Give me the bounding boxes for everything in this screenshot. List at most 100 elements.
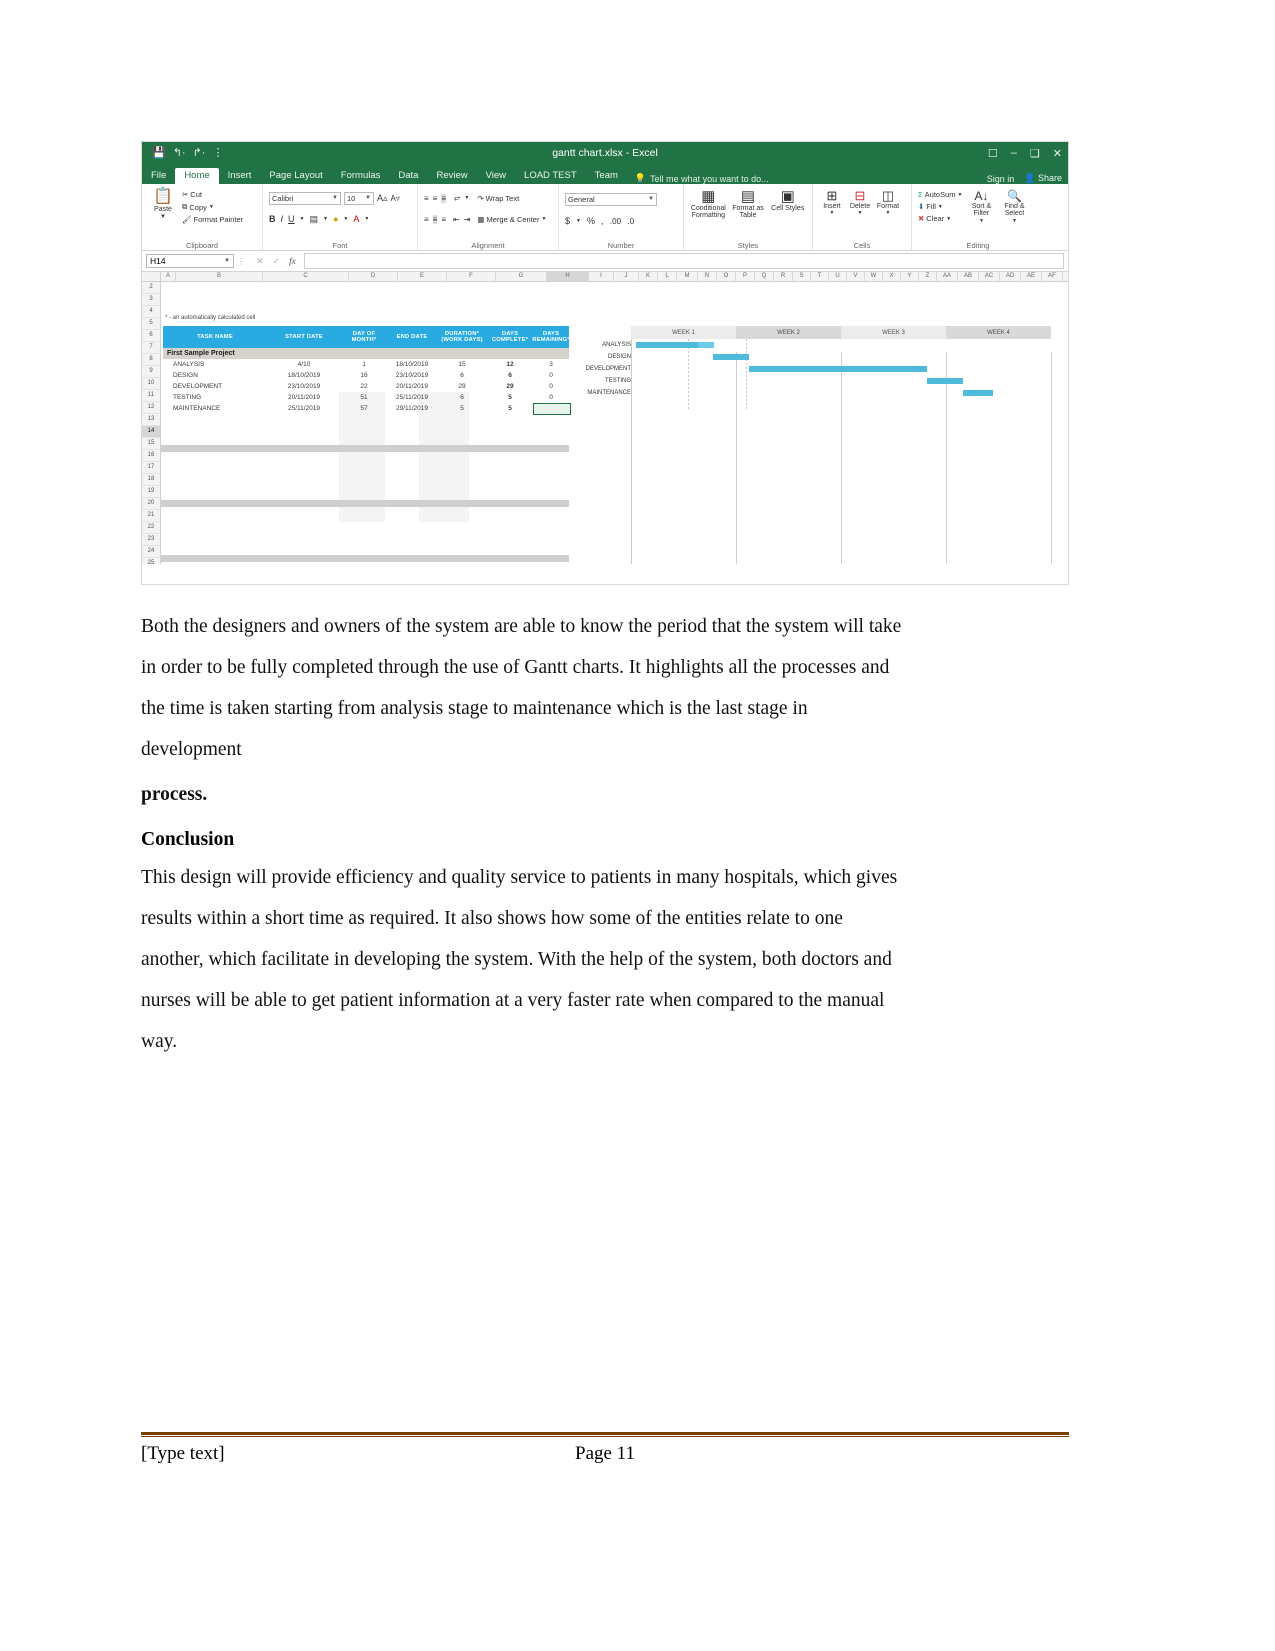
borders-chevron-down-icon[interactable]: ▼ bbox=[323, 216, 328, 222]
chevron-down-icon[interactable]: ▼ bbox=[365, 195, 371, 201]
fill-chevron-down-icon[interactable]: ▼ bbox=[938, 204, 943, 210]
row-8[interactable]: 8 bbox=[142, 354, 160, 366]
shrink-font-button[interactable]: A▿ bbox=[391, 194, 400, 203]
currency-chevron-down-icon[interactable]: ▼ bbox=[576, 218, 581, 224]
col-AA[interactable]: AA bbox=[937, 272, 958, 281]
merge-chevron-down-icon[interactable]: ▼ bbox=[541, 216, 546, 222]
tab-page-layout[interactable]: Page Layout bbox=[260, 168, 331, 185]
sheet-area[interactable]: * - an automatically calculated cell TAS… bbox=[161, 282, 1068, 564]
chevron-down-icon[interactable]: ▼ bbox=[332, 195, 338, 201]
autosum-button[interactable]: Σ AutoSum ▼ bbox=[918, 190, 962, 199]
cell-styles-button[interactable]: ▣ Cell Styles bbox=[769, 189, 806, 220]
align-left-icon[interactable]: ≡ bbox=[424, 215, 429, 224]
bold-button[interactable]: B bbox=[269, 214, 276, 224]
row-13[interactable]: 13 bbox=[142, 414, 160, 426]
tab-review[interactable]: Review bbox=[427, 168, 476, 185]
col-AE[interactable]: AE bbox=[1021, 272, 1042, 281]
align-bottom-icon[interactable]: ≡ bbox=[441, 193, 447, 203]
col-X[interactable]: X bbox=[883, 272, 901, 281]
align-right-icon[interactable]: ≡ bbox=[441, 215, 446, 224]
col-S[interactable]: S bbox=[793, 272, 811, 281]
align-top-icon[interactable]: ≡ bbox=[424, 194, 429, 203]
sort-filter-button[interactable]: A↓ Sort & Filter ▼ bbox=[967, 190, 995, 224]
cancel-formula-icon[interactable]: ✕ bbox=[256, 256, 264, 267]
tab-formulas[interactable]: Formulas bbox=[332, 168, 390, 185]
col-V[interactable]: V bbox=[847, 272, 865, 281]
tell-me-box[interactable]: 💡 Tell me what you want to do... bbox=[627, 173, 769, 184]
clear-chevron-down-icon[interactable]: ▼ bbox=[946, 216, 951, 222]
copy-chevron-down-icon[interactable]: ▼ bbox=[209, 204, 214, 210]
decrease-indent-icon[interactable]: ⇤ bbox=[453, 215, 460, 224]
col-P[interactable]: P bbox=[736, 272, 755, 281]
paste-button[interactable]: 📋 Paste ▼ bbox=[148, 187, 178, 224]
fill-button[interactable]: ⬇ Fill ▼ bbox=[918, 202, 962, 211]
col-W[interactable]: W bbox=[865, 272, 883, 281]
col-Z[interactable]: Z bbox=[919, 272, 937, 281]
minimize-icon[interactable]: – bbox=[1011, 147, 1017, 159]
copy-button[interactable]: ⧉ Copy ▼ bbox=[182, 202, 243, 212]
find-select-button[interactable]: 🔍 Find & Select ▼ bbox=[1000, 190, 1028, 224]
col-Y[interactable]: Y bbox=[901, 272, 919, 281]
chevron-down-icon[interactable]: ▼ bbox=[224, 258, 230, 264]
font-color-button[interactable]: A bbox=[353, 214, 359, 224]
format-cells-button[interactable]: ◫ Format ▼ bbox=[875, 189, 901, 217]
sort-filter-chevron-down-icon[interactable]: ▼ bbox=[979, 218, 984, 224]
number-format-select[interactable]: General ▼ bbox=[565, 192, 657, 206]
format-chevron-down-icon[interactable]: ▼ bbox=[886, 211, 891, 217]
increase-decimal-icon[interactable]: ․00 bbox=[610, 217, 622, 226]
row-25[interactable]: 25 bbox=[142, 558, 160, 564]
row-6[interactable]: 6 bbox=[142, 330, 160, 342]
currency-button[interactable]: $ bbox=[565, 216, 570, 226]
active-cell-h14[interactable] bbox=[533, 403, 571, 415]
fill-color-chevron-down-icon[interactable]: ▼ bbox=[343, 216, 348, 222]
align-center-icon[interactable]: ≡ bbox=[432, 214, 438, 224]
col-G[interactable]: G bbox=[496, 272, 547, 281]
tab-load-test[interactable]: LOAD TEST bbox=[515, 168, 586, 185]
decrease-decimal-icon[interactable]: ․0 bbox=[627, 217, 634, 226]
font-color-chevron-down-icon[interactable]: ▼ bbox=[364, 216, 369, 222]
col-M[interactable]: M bbox=[677, 272, 698, 281]
row-12[interactable]: 12 bbox=[142, 402, 160, 414]
table-row[interactable]: DESIGN 18/10/2019 16 23/10/2019 6 6 0 bbox=[163, 370, 569, 381]
insert-function-icon[interactable]: fx bbox=[289, 256, 296, 266]
col-R[interactable]: R bbox=[774, 272, 793, 281]
row-17[interactable]: 17 bbox=[142, 462, 160, 474]
grow-font-button[interactable]: A▵ bbox=[377, 193, 388, 204]
format-painter-button[interactable]: 🖌 Format Painter bbox=[182, 215, 243, 224]
orientation-icon[interactable]: ⥂ bbox=[454, 193, 460, 203]
increase-indent-icon[interactable]: ⇥ bbox=[464, 215, 471, 224]
row-22[interactable]: 22 bbox=[142, 522, 160, 534]
tab-data[interactable]: Data bbox=[389, 168, 427, 185]
col-H[interactable]: H bbox=[547, 272, 589, 281]
tab-insert[interactable]: Insert bbox=[219, 168, 261, 185]
row-15[interactable]: 15 bbox=[142, 438, 160, 450]
find-select-chevron-down-icon[interactable]: ▼ bbox=[1012, 218, 1017, 224]
formula-input[interactable] bbox=[303, 253, 1064, 269]
undo-icon[interactable]: ↰· bbox=[173, 147, 186, 159]
font-size-select[interactable]: 10 ▼ bbox=[344, 191, 374, 205]
row-9[interactable]: 9 bbox=[142, 366, 160, 378]
tab-team[interactable]: Team bbox=[586, 168, 627, 185]
row-16[interactable]: 16 bbox=[142, 450, 160, 462]
row-21[interactable]: 21 bbox=[142, 510, 160, 522]
row-23[interactable]: 23 bbox=[142, 534, 160, 546]
quick-access-toolbar[interactable]: 💾 ↰· ↱· ⋮ bbox=[142, 147, 223, 159]
autosum-chevron-down-icon[interactable]: ▼ bbox=[958, 192, 963, 198]
col-U[interactable]: U bbox=[829, 272, 847, 281]
enter-formula-icon[interactable]: ✓ bbox=[273, 256, 281, 267]
merge-center-button[interactable]: ▦ Merge & Center ▼ bbox=[477, 215, 546, 224]
col-F[interactable]: F bbox=[447, 272, 496, 281]
insert-chevron-down-icon[interactable]: ▼ bbox=[830, 211, 835, 217]
tab-file[interactable]: File bbox=[142, 168, 175, 185]
row-5[interactable]: 5 bbox=[142, 318, 160, 330]
chevron-down-icon[interactable]: ▼ bbox=[648, 196, 654, 202]
redo-icon[interactable]: ↱· bbox=[193, 147, 206, 159]
delete-cells-button[interactable]: ⊟ Delete ▼ bbox=[847, 189, 873, 217]
row-3[interactable]: 3 bbox=[142, 294, 160, 306]
table-row[interactable]: MAINTENANCE 25/11/2019 57 29/11/2019 5 5… bbox=[163, 403, 569, 414]
wrap-text-button[interactable]: ↷ Wrap Text bbox=[477, 194, 519, 203]
col-K[interactable]: K bbox=[639, 272, 658, 281]
col-AF[interactable]: AF bbox=[1042, 272, 1063, 281]
italic-button[interactable]: I bbox=[281, 214, 284, 224]
save-icon[interactable]: 💾 bbox=[152, 147, 166, 159]
